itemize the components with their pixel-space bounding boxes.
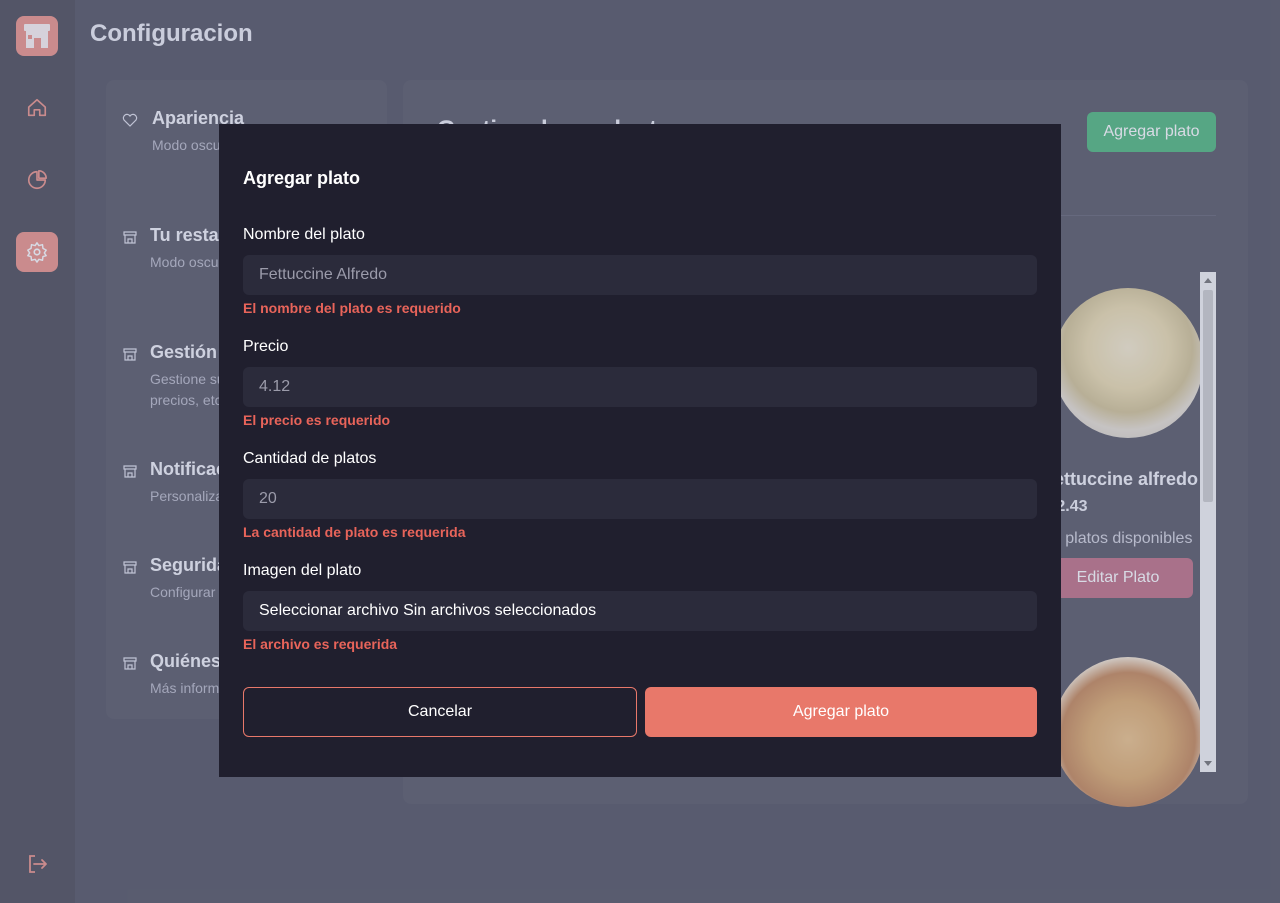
image-label: Imagen del plato	[243, 562, 362, 579]
image-file-input[interactable]: Seleccionar archivo Sin archivos selecci…	[243, 591, 1037, 631]
cancel-button[interactable]: Cancelar	[243, 687, 637, 737]
image-error: El archivo es requerida	[243, 636, 398, 652]
dish-name-error: El nombre del plato es requerido	[243, 300, 461, 316]
quantity-label: Cantidad de platos	[243, 450, 377, 467]
quantity-input[interactable]: 20	[243, 479, 1037, 519]
modal-title: Agregar plato	[243, 168, 361, 188]
submit-add-dish-button[interactable]: Agregar plato	[645, 687, 1037, 737]
price-error: El precio es requerido	[243, 412, 391, 428]
price-input[interactable]: 4.12	[243, 367, 1037, 407]
dish-name-input[interactable]: Fettuccine Alfredo	[243, 255, 1037, 295]
price-label: Precio	[243, 338, 289, 355]
add-dish-modal: Agregar plato Nombre del plato Fettuccin…	[219, 124, 1061, 777]
dish-name-label: Nombre del plato	[243, 226, 365, 243]
quantity-error: La cantidad de plato es requerida	[243, 524, 466, 540]
